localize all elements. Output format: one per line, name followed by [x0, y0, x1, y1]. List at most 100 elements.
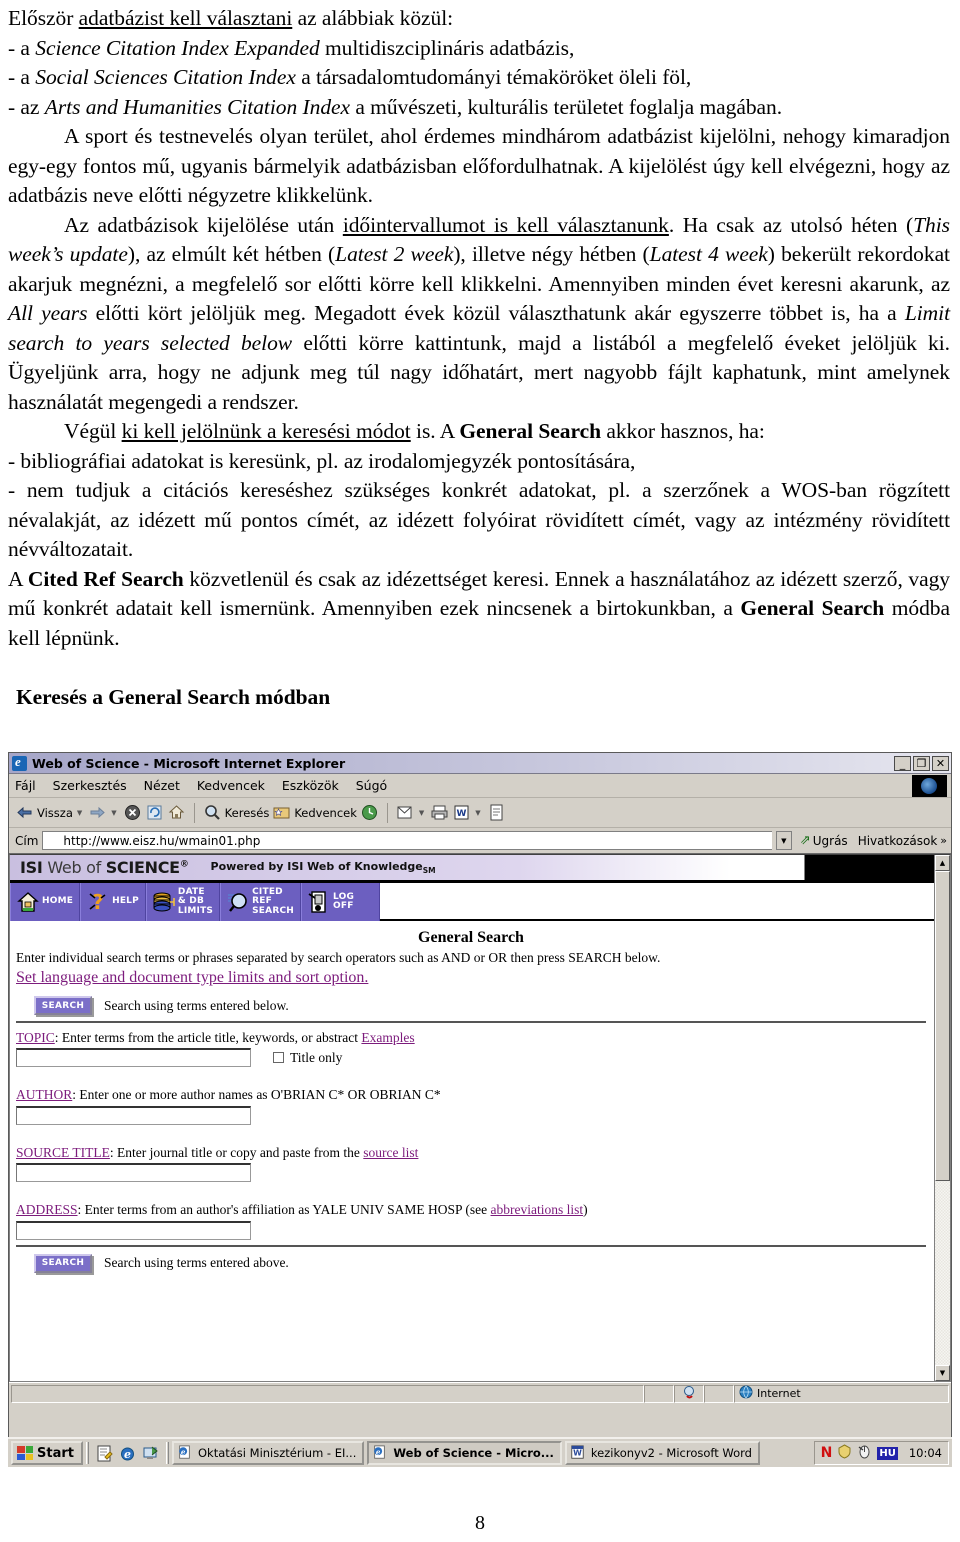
- field-group-address: ADDRESS: Enter terms from an author's af…: [16, 1202, 926, 1240]
- author-input[interactable]: [16, 1105, 251, 1125]
- clock[interactable]: 10:04: [909, 1446, 942, 1460]
- menu-item-edit[interactable]: Szerkesztés: [53, 778, 127, 793]
- address-input-field[interactable]: [16, 1220, 251, 1240]
- restore-button[interactable]: ❐: [913, 755, 930, 771]
- paragraph-p3: - a Social Sciences Citation Index a tár…: [8, 63, 950, 93]
- bold-text: General Search: [740, 596, 885, 620]
- status-offline-cell[interactable]: [674, 1384, 704, 1403]
- menu-item-view[interactable]: Nézet: [144, 778, 180, 793]
- registered-trademark-icon: ®: [179, 859, 189, 870]
- forward-button[interactable]: ▼: [88, 803, 119, 822]
- topic-key[interactable]: TOPIC: [16, 1030, 55, 1045]
- wos-nav-help[interactable]: ? HELP: [80, 883, 146, 921]
- mail-button[interactable]: ▼: [396, 803, 427, 822]
- paragraph-p2: - a Science Citation Index Expanded mult…: [8, 34, 950, 64]
- taskbar-button-web-of-science[interactable]: e Web of Science - Micro...: [367, 1441, 562, 1465]
- printer-icon[interactable]: [430, 803, 449, 822]
- go-button[interactable]: ⇗ Ugrás: [800, 833, 848, 848]
- back-button[interactable]: Vissza ▼: [15, 803, 85, 822]
- show-desktop-icon[interactable]: [142, 1445, 159, 1462]
- globe-blocked-icon: [682, 1385, 697, 1403]
- text-run: . Ha csak az utolsó héten (: [668, 212, 914, 237]
- topic-input[interactable]: [16, 1048, 251, 1067]
- taskbar-button-oktatasi[interactable]: e Oktatási Minisztérium - EI...: [171, 1441, 365, 1465]
- favorites-button[interactable]: Kedvencek: [272, 803, 357, 822]
- source-title-input[interactable]: [16, 1163, 251, 1182]
- chevron-down-icon[interactable]: ▼: [111, 809, 116, 817]
- chevron-down-icon[interactable]: ▼: [77, 809, 82, 817]
- links-button[interactable]: Hivatkozások »: [858, 834, 947, 848]
- toolbar-separator: [386, 802, 388, 823]
- menu-item-favorites[interactable]: Kedvencek: [197, 778, 265, 793]
- language-indicator[interactable]: HU: [877, 1446, 898, 1460]
- menu-item-tools[interactable]: Eszközök: [282, 778, 339, 793]
- history-icon[interactable]: [360, 803, 379, 822]
- address-key[interactable]: ADDRESS: [16, 1202, 78, 1217]
- stop-icon[interactable]: [123, 803, 142, 822]
- norton-icon[interactable]: N: [821, 1445, 833, 1461]
- wos-nav-log-off[interactable]: LOG OFF: [301, 883, 380, 921]
- internet-explorer-icon[interactable]: e: [119, 1445, 136, 1462]
- wos-powered-text: Powered by ISI Web of Knowledge: [210, 859, 423, 873]
- menu-item-file[interactable]: Fájl: [15, 778, 36, 793]
- internet-explorer-icon: e: [177, 1444, 194, 1462]
- start-button[interactable]: Start: [11, 1441, 83, 1465]
- field-group-author: AUTHOR: Enter one or more author names a…: [16, 1087, 926, 1125]
- text-run: Először: [8, 6, 79, 30]
- title-only-checkbox[interactable]: [273, 1052, 284, 1063]
- label-line-3: SEARCH: [252, 905, 294, 916]
- italic-text: Latest 4 week: [649, 242, 768, 266]
- bold-text: General Search: [459, 419, 601, 443]
- text-run: A: [8, 566, 28, 591]
- address-dropdown-button[interactable]: ▼: [775, 831, 792, 850]
- label-line-2: & DB: [177, 896, 205, 907]
- topic-examples-link[interactable]: Examples: [361, 1030, 414, 1045]
- scrollbar-track[interactable]: [935, 1181, 950, 1365]
- chevron-down-icon[interactable]: ▼: [475, 809, 480, 817]
- taskbar-button-label: Oktatási Minisztérium - EI...: [197, 1446, 357, 1460]
- source-list-link[interactable]: source list: [363, 1145, 418, 1160]
- chevrons-right-icon[interactable]: »: [940, 834, 947, 847]
- address-input[interactable]: http://www.eisz.hu/wmain01.php: [42, 831, 772, 850]
- minimize-button[interactable]: _: [894, 755, 911, 771]
- scroll-up-button[interactable]: ▲: [935, 855, 950, 871]
- wos-nav-home[interactable]: HOME: [10, 883, 81, 921]
- home-icon[interactable]: [167, 803, 186, 822]
- search-button-top[interactable]: SEARCH: [34, 996, 92, 1015]
- scroll-down-button[interactable]: ▼: [935, 1365, 950, 1381]
- search-button-label: Keresés: [224, 805, 270, 820]
- page-icon[interactable]: [487, 803, 506, 822]
- status-zone-cell[interactable]: Internet: [734, 1384, 949, 1403]
- svg-text:e: e: [181, 1447, 186, 1456]
- close-button[interactable]: ✕: [932, 755, 949, 771]
- scrollbar-thumb[interactable]: [935, 871, 950, 1181]
- source-title-key[interactable]: SOURCE TITLE: [16, 1145, 110, 1160]
- set-limits-link[interactable]: Set language and document type limits an…: [16, 969, 368, 987]
- field-group-topic: TOPIC: Enter terms from the article titl…: [16, 1030, 926, 1067]
- shield-icon[interactable]: [837, 1444, 852, 1462]
- page-vertical-scrollbar[interactable]: ▲ ▼: [934, 855, 950, 1381]
- svg-text:?: ?: [92, 890, 104, 914]
- mouse-icon[interactable]: [857, 1444, 872, 1462]
- wos-nav-cited-ref-search[interactable]: CITED REF SEARCH: [220, 883, 301, 921]
- search-note-bottom: Search using terms entered above.: [104, 1255, 289, 1270]
- title-only-checkbox-wrap[interactable]: Title only: [273, 1050, 342, 1066]
- wos-nav-date-db-limits[interactable]: DATE & DB LIMITS: [145, 883, 221, 921]
- chevron-down-icon[interactable]: ▼: [419, 809, 424, 817]
- paragraph-p7: Végül ki kell jelölnünk a keresési módot…: [8, 417, 950, 447]
- menu-item-help[interactable]: Súgó: [356, 778, 387, 793]
- search-button[interactable]: Keresés: [203, 803, 270, 822]
- taskbar-button-word[interactable]: W kezikonyv2 - Microsoft Word: [564, 1441, 760, 1465]
- browser-statusbar: Internet: [9, 1382, 951, 1404]
- topic-row: Title only: [16, 1048, 926, 1067]
- search-button-bottom[interactable]: SEARCH: [34, 1253, 92, 1273]
- taskbar-button-label: kezikonyv2 - Microsoft Word: [590, 1446, 752, 1460]
- notepad-icon[interactable]: [96, 1445, 113, 1462]
- word-button[interactable]: W ▼: [452, 803, 483, 822]
- paragraph-p4: - az Arts and Humanities Citation Index …: [8, 93, 950, 123]
- page-favicon-icon: [45, 834, 59, 848]
- refresh-icon[interactable]: [145, 803, 164, 822]
- author-key[interactable]: AUTHOR: [16, 1087, 72, 1102]
- abbreviations-list-link[interactable]: abbreviations list: [491, 1202, 584, 1217]
